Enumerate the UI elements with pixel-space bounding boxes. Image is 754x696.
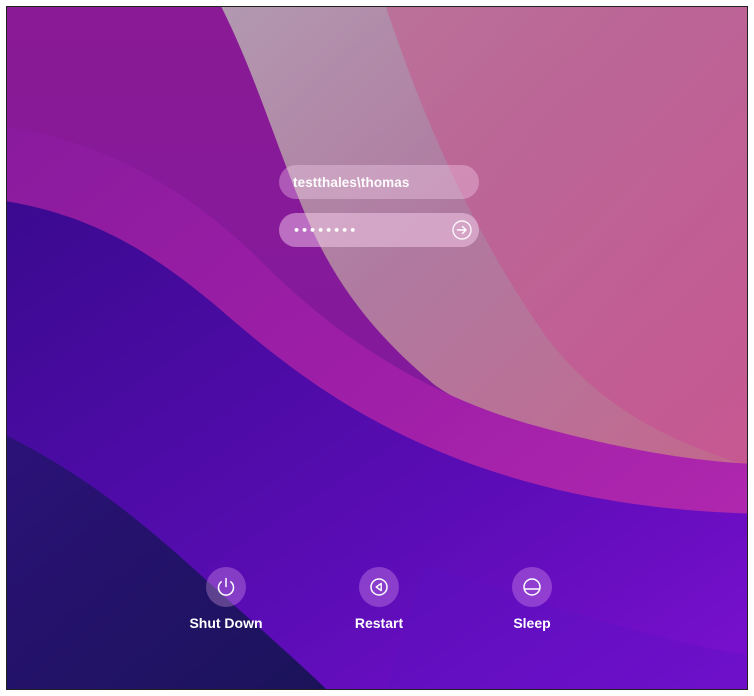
password-field[interactable]: ••••••••: [279, 213, 479, 247]
password-mask: ••••••••: [293, 223, 358, 237]
sleep-circle: [512, 567, 552, 607]
power-icon: [217, 577, 235, 596]
login-screen: testthales\thomas •••••••• Shut Down Res…: [6, 6, 748, 690]
restart-button[interactable]: Restart: [334, 567, 424, 631]
restart-icon: [370, 578, 388, 596]
username-field[interactable]: testthales\thomas: [279, 165, 479, 199]
sleep-icon: [523, 578, 541, 596]
submit-arrow-icon[interactable]: [451, 219, 473, 241]
username-value: testthales\thomas: [293, 174, 410, 190]
shutdown-circle: [206, 567, 246, 607]
restart-circle: [359, 567, 399, 607]
shutdown-button[interactable]: Shut Down: [181, 567, 271, 631]
restart-label: Restart: [354, 615, 404, 631]
sleep-label: Sleep: [513, 615, 551, 631]
sleep-button[interactable]: Sleep: [487, 567, 577, 631]
login-form: testthales\thomas ••••••••: [279, 165, 479, 247]
shutdown-label: Shut Down: [189, 615, 263, 631]
